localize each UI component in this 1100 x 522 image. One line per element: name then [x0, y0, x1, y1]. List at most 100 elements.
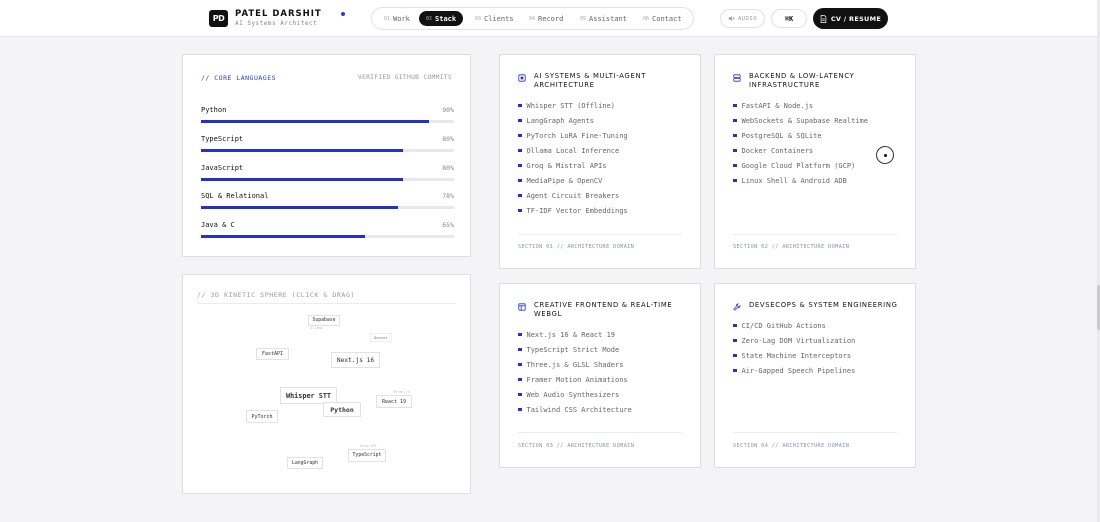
language-bar-track	[201, 235, 454, 238]
sphere-node-fastapi[interactable]: FastAPI	[256, 348, 289, 360]
language-name: JavaScript	[201, 164, 244, 172]
sphere-node-docker[interactable]: Docker	[370, 333, 392, 342]
bullet	[518, 332, 522, 337]
audio-toggle-button[interactable]: AUDIO	[720, 9, 765, 28]
nav-item-contact[interactable]: 06 Contact	[636, 11, 689, 26]
language-bar-fill	[201, 178, 404, 181]
area-card-devsecops: DEVSECOPS & SYSTEM ENGINEERING CI/CD Git…	[714, 283, 916, 468]
list-item-label: Next.js 16 & React 19	[526, 330, 616, 339]
list-item: Google Cloud Platform (GCP)	[733, 158, 868, 173]
server-icon	[733, 74, 741, 82]
bullet	[733, 178, 737, 183]
area-footer: SECTION 04 // ARCHITECTURE DOMAIN	[733, 443, 850, 449]
bullet	[733, 118, 737, 123]
area-title: AI SYSTEMS & MULTI-AGENT ARCHITECTURE	[534, 72, 647, 89]
sphere-node-pytorch[interactable]: PyTorch	[246, 410, 278, 423]
cursor-dot	[883, 153, 887, 157]
nav-item-assistant[interactable]: 05 Assistant	[573, 11, 634, 26]
sphere-node-nextjs[interactable]: Next.js 16	[331, 352, 380, 368]
logo-mark[interactable]: PD	[209, 10, 228, 27]
divider	[518, 432, 682, 433]
bullet	[518, 103, 522, 108]
list-item-label: Three.js & GLSL Shaders	[526, 360, 624, 369]
sphere-node-python[interactable]: Python	[323, 402, 361, 417]
cv-label: CV / RESUME	[830, 14, 882, 23]
list-item-label: TF-IDF Vector Embeddings	[526, 206, 628, 215]
list-item-label: Whisper STT (Offline)	[526, 101, 616, 110]
area-header: DEVSECOPS & SYSTEM ENGINEERING	[733, 301, 901, 311]
language-percent: 90%	[442, 106, 454, 114]
list-item: Docker Containers	[733, 143, 868, 158]
bullet	[518, 163, 522, 168]
sphere-node-react[interactable]: React 19	[376, 395, 412, 408]
nav-item-label: Record	[538, 14, 564, 23]
bullet	[733, 338, 737, 343]
bullet	[518, 362, 522, 367]
language-percent: 78%	[442, 192, 454, 200]
list-item-label: MediaPipe & OpenCV	[526, 176, 603, 185]
list-item: LangGraph Agents	[518, 113, 628, 128]
area-footer: SECTION 03 // ARCHITECTURE DOMAIN	[518, 443, 635, 449]
list-item: Air-Gapped Speech Pipelines	[733, 363, 855, 378]
bullet	[518, 193, 522, 198]
list-item-label: WebSockets & Supabase Realtime	[741, 116, 868, 125]
list-item: Agent Circuit Breakers	[518, 188, 628, 203]
nav-item-clients[interactable]: 03 Clients	[468, 11, 521, 26]
language-percent: 80%	[442, 164, 454, 172]
sphere-node-faint: Three.js	[393, 390, 410, 394]
list-item-label: State Machine Interceptors	[741, 351, 852, 360]
list-item: FastAPI & Node.js	[733, 98, 868, 113]
language-name: TypeScript	[201, 135, 244, 143]
bullet	[733, 353, 737, 358]
area-list: CI/CD GitHub Actions Zero-Lag DOM Virtua…	[733, 318, 855, 378]
bullet	[518, 178, 522, 183]
bullet	[518, 118, 522, 123]
speaker-icon	[728, 16, 735, 21]
list-item-label: Air-Gapped Speech Pipelines	[741, 366, 856, 375]
sphere-node-typescript[interactable]: TypeScript	[348, 449, 386, 462]
language-bar-fill	[201, 120, 429, 123]
list-item-label: Linux Shell & Android ADB	[741, 176, 847, 185]
list-item-label: TypeScript Strict Mode	[526, 345, 620, 354]
layout-icon	[518, 303, 526, 311]
list-item: WebSockets & Supabase Realtime	[733, 113, 868, 128]
sphere-node-langgraph[interactable]: LangGraph	[287, 457, 323, 469]
divider	[733, 432, 897, 433]
bullet	[518, 133, 522, 138]
area-header: BACKEND & LOW-LATENCY INFRASTRUCTURE	[733, 72, 901, 90]
language-bar-track	[201, 206, 454, 209]
list-item-label: Google Cloud Platform (GCP)	[741, 161, 856, 170]
sphere-node-supabase[interactable]: Supabase	[308, 315, 340, 326]
list-item: Zero-Lag DOM Virtualization	[733, 333, 855, 348]
language-bar-fill	[201, 235, 366, 238]
bullet	[733, 368, 737, 373]
bullet	[733, 323, 737, 328]
area-card-ai-systems: AI SYSTEMS & MULTI-AGENT ARCHITECTURE Wh…	[499, 54, 701, 269]
language-name: Java & C	[201, 221, 235, 229]
list-item-label: Framer Motion Animations	[526, 375, 628, 384]
list-item: Three.js & GLSL Shaders	[518, 357, 632, 372]
command-palette-button[interactable]: ⌘K	[771, 9, 807, 28]
list-item: TF-IDF Vector Embeddings	[518, 203, 628, 218]
area-footer: SECTION 01 // ARCHITECTURE DOMAIN	[518, 244, 635, 250]
bullet	[733, 163, 737, 168]
language-bar-fill	[201, 149, 404, 152]
cv-resume-button[interactable]: CV / RESUME	[813, 8, 888, 29]
nav-item-work[interactable]: 01 Work	[377, 11, 417, 26]
nav-item-record[interactable]: 04 Record	[522, 11, 570, 26]
brand-name[interactable]: PATEL DARSHIT	[235, 9, 322, 19]
nav-item-label: Assistant	[589, 14, 627, 23]
bullet	[518, 148, 522, 153]
languages-meta: VERIFIED GITHUB COMMITS	[357, 74, 452, 81]
languages-title: // CORE LANGUAGES	[201, 74, 277, 82]
area-list: Next.js 16 & React 19 TypeScript Strict …	[518, 327, 632, 417]
custom-cursor	[876, 146, 894, 164]
bullet	[518, 407, 522, 412]
divider	[733, 234, 897, 235]
audio-label: AUDIO	[737, 15, 758, 22]
nav-item-label: Contact	[652, 14, 682, 23]
kinetic-sphere-card[interactable]: // 3D KINETIC SPHERE (CLICK & DRAG) Supa…	[182, 274, 471, 494]
area-title: BACKEND & LOW-LATENCY INFRASTRUCTURE	[749, 72, 855, 89]
nav-item-stack[interactable]: 02 Stack	[419, 11, 464, 26]
list-item: PostgreSQL & SQLite	[733, 128, 868, 143]
